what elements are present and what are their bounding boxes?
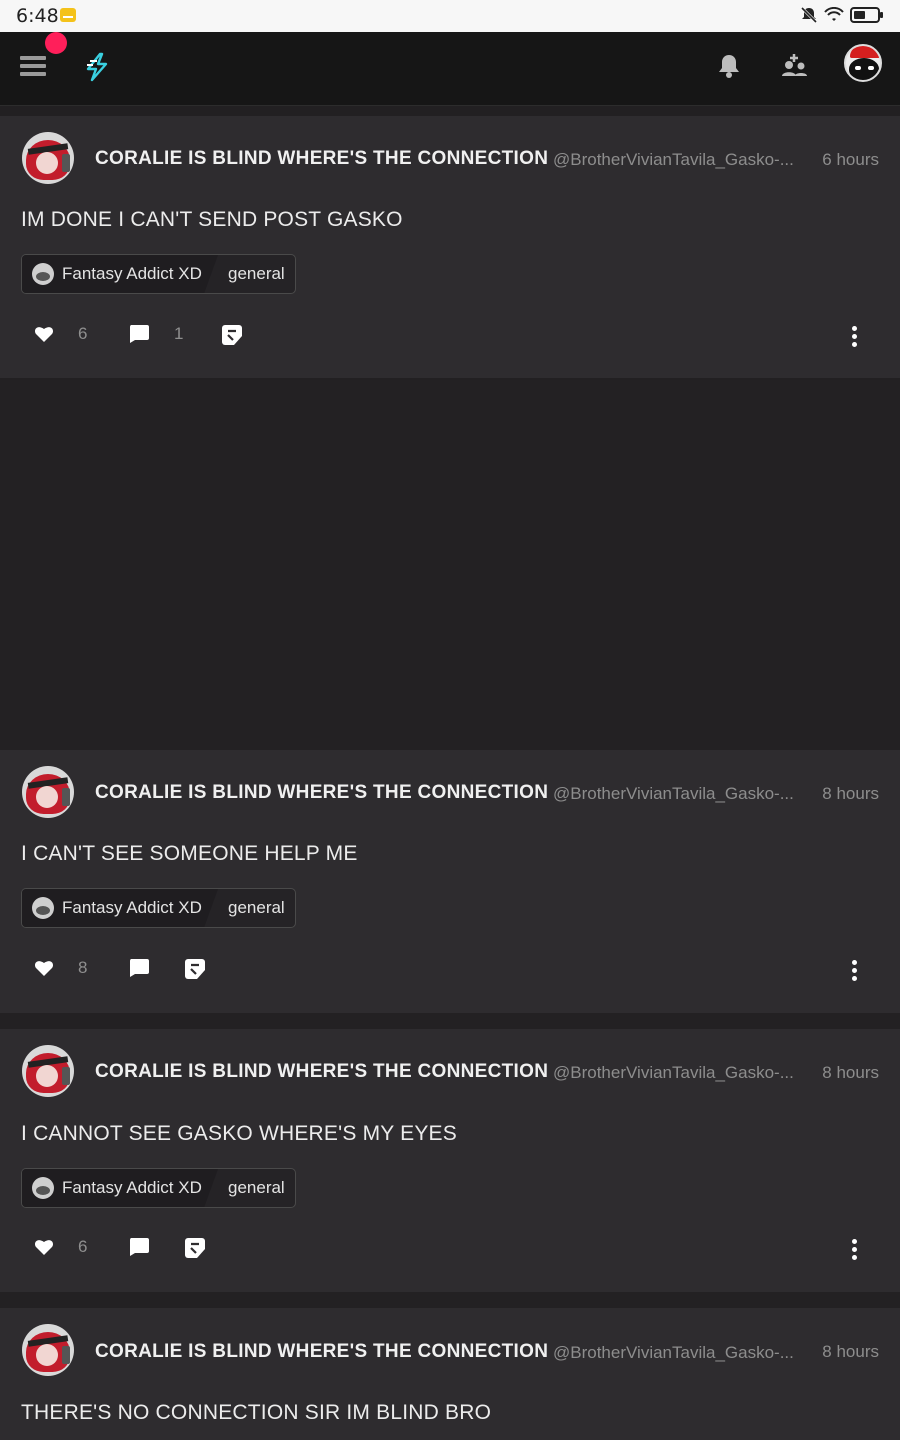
comment-button[interactable] [128,1237,150,1257]
post-divider [0,1292,900,1308]
lightning-logo-icon[interactable] [82,52,112,82]
more-vertical-icon[interactable] [852,326,860,350]
author-avatar[interactable] [22,132,74,184]
community-channel-tag[interactable]: Fantasy Addict XD general [21,254,296,294]
heart-icon [34,961,54,976]
post-card: CORALIE IS BLIND WHERE'S THE CONNECTION … [0,116,900,378]
post-content[interactable]: I CANNOT SEE GASKO WHERE'S MY EYES [21,1122,457,1146]
like-button[interactable]: 6 [34,324,87,344]
top-navbar [0,32,900,106]
heart-icon [34,1240,54,1255]
post-actions: 6 1 [0,324,900,354]
post-content[interactable]: IM DONE I CAN'T SEND POST GASKO [21,208,403,232]
post-card: CORALIE IS BLIND WHERE'S THE CONNECTION … [0,1029,900,1292]
community-chip[interactable]: Fantasy Addict XD [22,889,218,927]
post-card: CORALIE IS BLIND WHERE'S THE CONNECTION … [0,750,900,1013]
share-icon [185,959,205,979]
empty-feed-area [0,380,900,750]
like-button[interactable]: 6 [34,1237,87,1257]
community-name: Fantasy Addict XD [62,1178,202,1197]
post-time: 6 hours [822,150,879,169]
author-handle[interactable]: @BrotherVivianTavila_Gasko-... [553,150,798,170]
author-handle[interactable]: @BrotherVivianTavila_Gasko-... [553,1063,798,1083]
mute-bell-icon [800,6,818,24]
author-avatar[interactable] [22,766,74,818]
community-icon [32,263,54,285]
share-button[interactable] [221,324,243,346]
author-avatar[interactable] [22,1045,74,1097]
share-icon [185,1238,205,1258]
more-vertical-icon[interactable] [852,1239,860,1263]
like-button[interactable]: 8 [34,958,87,978]
comment-count: 1 [174,324,184,343]
share-button[interactable] [184,958,206,980]
comment-icon [129,325,149,343]
community-chip[interactable]: Fantasy Addict XD [22,255,218,293]
share-button[interactable] [184,1237,206,1259]
wifi-icon [824,7,844,21]
notification-dot [45,32,67,54]
community-channel-tag[interactable]: Fantasy Addict XD general [21,1168,296,1208]
author-handle[interactable]: @BrotherVivianTavila_Gasko-... [553,1343,798,1363]
status-time: 6:48 [16,5,59,27]
post-time: 8 hours [822,1063,879,1082]
post-actions: 6 [0,1237,900,1267]
status-icons [800,6,884,24]
channel-chip[interactable]: general [218,255,285,293]
comment-button[interactable]: 1 [128,324,183,344]
author-name[interactable]: CORALIE IS BLIND WHERE'S THE CONNECTION [95,1061,548,1083]
community-icon [32,897,54,919]
author-avatar[interactable] [22,1324,74,1376]
community-name: Fantasy Addict XD [62,898,202,917]
channel-name: general [228,1178,285,1197]
author-handle[interactable]: @BrotherVivianTavila_Gasko-... [553,784,798,804]
community-icon [32,1177,54,1199]
channel-name: general [228,898,285,917]
author-name[interactable]: CORALIE IS BLIND WHERE'S THE CONNECTION [95,1341,548,1363]
community-chip[interactable]: Fantasy Addict XD [22,1169,218,1207]
more-vertical-icon[interactable] [852,960,860,984]
hamburger-menu-icon[interactable] [20,56,46,80]
author-name[interactable]: CORALIE IS BLIND WHERE'S THE CONNECTION [95,782,548,804]
status-bar: 6:48 [0,0,900,32]
post-actions: 8 [0,958,900,988]
post-content[interactable]: THERE'S NO CONNECTION SIR IM BLIND BRO [21,1401,491,1425]
share-icon [222,325,242,345]
community-channel-tag[interactable]: Fantasy Addict XD general [21,888,296,928]
channel-name: general [228,264,285,283]
post-time: 8 hours [822,1342,879,1361]
post-time: 8 hours [822,784,879,803]
post-divider [0,1013,900,1029]
like-count: 6 [78,1237,88,1256]
author-name[interactable]: CORALIE IS BLIND WHERE'S THE CONNECTION [95,148,548,170]
heart-icon [34,327,54,342]
add-people-icon[interactable] [780,52,810,80]
post-content[interactable]: I CAN'T SEE SOMEONE HELP ME [21,842,358,866]
comment-button[interactable] [128,958,150,978]
bell-icon[interactable] [716,52,742,80]
user-avatar[interactable] [844,44,882,82]
comment-icon [129,959,149,977]
community-name: Fantasy Addict XD [62,264,202,283]
post-card: CORALIE IS BLIND WHERE'S THE CONNECTION … [0,1308,900,1440]
channel-chip[interactable]: general [218,889,285,927]
battery-icon [850,7,883,23]
message-notification-icon [60,8,76,22]
channel-chip[interactable]: general [218,1169,285,1207]
like-count: 8 [78,958,88,977]
like-count: 6 [78,324,88,343]
comment-icon [129,1238,149,1256]
